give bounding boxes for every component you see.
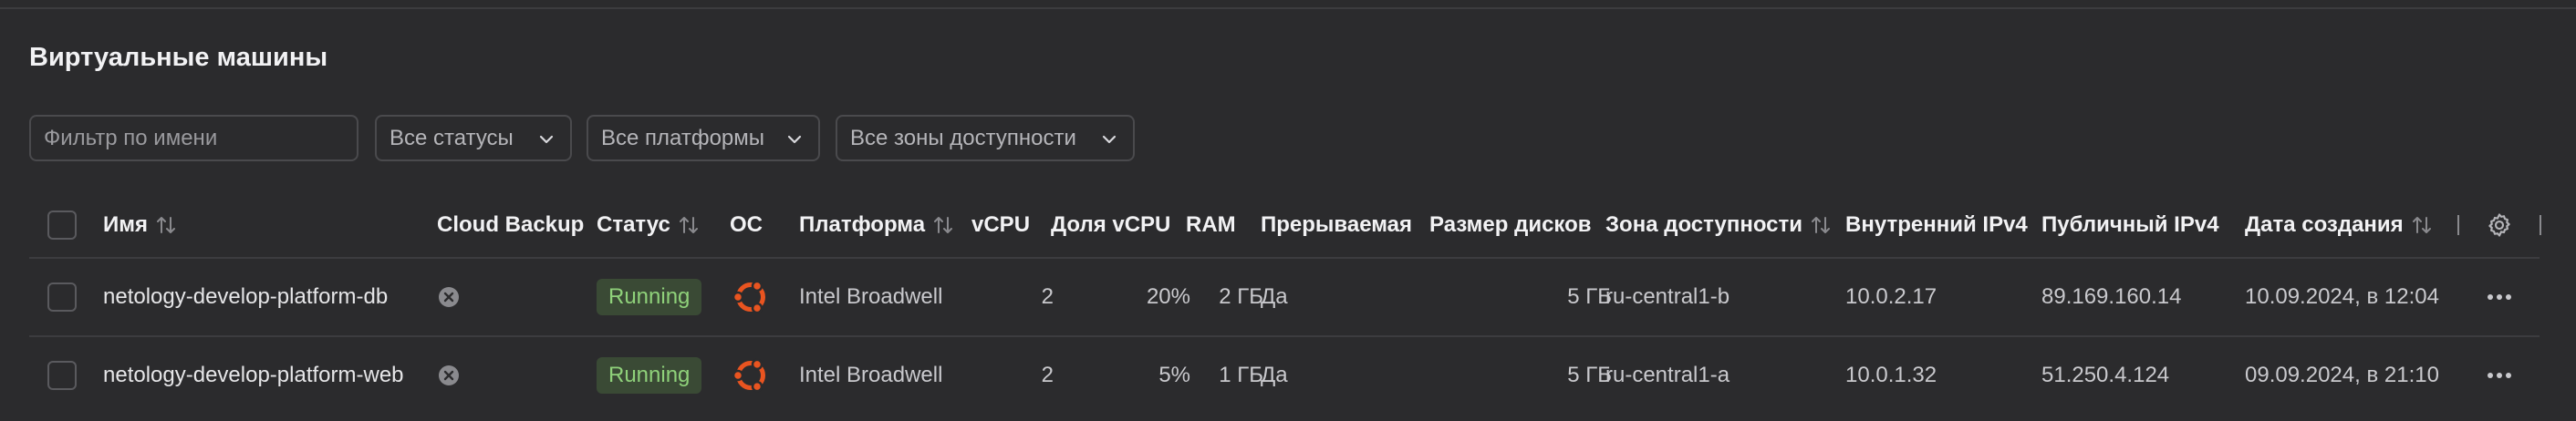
row-checkbox[interactable] (47, 361, 77, 390)
name-filter-input[interactable]: Фильтр по имени (29, 115, 358, 161)
platform-cell: Intel Broadwell (799, 363, 943, 387)
sort-icon (2412, 217, 2431, 233)
vm-name[interactable]: netology-develop-platform-db (103, 259, 388, 335)
top-divider (0, 7, 2576, 9)
platform-filter-select[interactable]: Все платформы (587, 115, 820, 161)
backup-disabled-icon (439, 287, 459, 307)
status-filter-value: Все статусы (390, 125, 514, 150)
header-name-label: Имя (103, 212, 149, 237)
header-backup-label: Cloud Backup (437, 212, 585, 237)
header-disk-label: Размер дисков (1429, 212, 1592, 237)
header-created[interactable]: Дата создания (2245, 193, 2433, 257)
header-zone-label: Зона доступности (1605, 212, 1803, 237)
row-select-cell (47, 337, 77, 414)
more-horizontal-icon (2488, 373, 2511, 378)
table-row[interactable]: netology-develop-platform-db Running Int… (29, 257, 2540, 335)
status-cell: Running (597, 337, 702, 414)
backup-cell (438, 259, 460, 335)
status-cell: Running (597, 259, 702, 335)
chevron-down-icon (1102, 135, 1117, 144)
created-cell: 09.09.2024, в 21:10 (2245, 363, 2439, 387)
header-name[interactable]: Имя (103, 193, 177, 257)
zone-cell: ru-central1-b (1605, 284, 1730, 309)
header-status-label: Статус (597, 212, 670, 237)
column-edge-marker (2540, 215, 2541, 235)
backup-disabled-icon (439, 365, 459, 385)
status-badge: Running (597, 357, 702, 394)
disk-cell: 5 ГБ (1567, 284, 1612, 309)
row-checkbox[interactable] (47, 282, 77, 312)
header-ipv4-internal-label: Внутренний IPv4 (1845, 212, 2028, 237)
header-disk: Размер дисков (1429, 193, 1592, 257)
header-ipv4-public-label: Публичный IPv4 (2041, 212, 2219, 237)
header-ipv4-public: Публичный IPv4 (2041, 193, 2219, 257)
header-preemptible: Прерываемая (1261, 193, 1412, 257)
ipv4-public-cell: 51.250.4.124 (2041, 363, 2170, 387)
header-ram-label: RAM (1186, 212, 1236, 237)
ubuntu-icon (732, 358, 765, 393)
zone-filter-value: Все зоны доступности (850, 125, 1076, 150)
header-vcpu-label: vCPU (971, 212, 1031, 237)
backup-cell (438, 337, 460, 414)
header-created-label: Дата создания (2245, 212, 2404, 237)
header-platform[interactable]: Платформа (799, 193, 954, 257)
header-vcpu: vCPU (971, 193, 1030, 257)
sort-icon (157, 217, 176, 233)
sort-icon (934, 217, 953, 233)
chevron-down-icon (539, 135, 554, 144)
header-os: ОС (730, 193, 763, 257)
created-cell: 10.09.2024, в 12:04 (2245, 284, 2439, 309)
ipv4-internal-cell: 10.0.1.32 (1845, 363, 1937, 387)
preemptible-cell: Да (1261, 363, 1288, 387)
header-ram: RAM (1186, 193, 1236, 257)
vm-name[interactable]: netology-develop-platform-web (103, 337, 404, 414)
vcpu-share-cell: 5% (1158, 363, 1190, 387)
header-ipv4-internal: Внутренний IPv4 (1845, 193, 2028, 257)
header-vcpu-share-label: Доля vCPU (1051, 212, 1171, 237)
row-actions-button[interactable] (2487, 337, 2512, 414)
sort-icon (679, 217, 698, 233)
vcpu-share-cell: 20% (1146, 284, 1190, 309)
row-actions-button[interactable] (2487, 259, 2512, 335)
os-cell (730, 259, 772, 335)
header-os-label: ОС (730, 212, 763, 237)
platform-cell: Intel Broadwell (799, 284, 943, 309)
chevron-down-icon (787, 135, 802, 144)
ipv4-internal-cell: 10.0.2.17 (1845, 284, 1937, 309)
vcpu-cell: 2 (1041, 284, 1054, 309)
preemptible-cell: Да (1261, 284, 1288, 309)
platform-filter-value: Все платформы (601, 125, 765, 150)
row-select-cell (47, 259, 77, 335)
gear-icon (2488, 213, 2510, 237)
column-edge-marker (2457, 215, 2459, 235)
ubuntu-icon (732, 280, 765, 314)
header-platform-label: Платформа (799, 212, 926, 237)
select-all-checkbox[interactable] (47, 210, 77, 240)
ipv4-public-cell: 89.169.160.14 (2041, 284, 2182, 309)
status-filter-select[interactable]: Все статусы (375, 115, 572, 161)
sort-icon (1812, 217, 1831, 233)
os-cell (730, 337, 772, 414)
page-title: Виртуальные машины (29, 43, 328, 72)
ram-cell: 2 ГБ (1219, 284, 1263, 309)
header-backup: Cloud Backup (437, 193, 584, 257)
header-zone[interactable]: Зона доступности (1605, 193, 1832, 257)
table-row[interactable]: netology-develop-platform-web Running In… (29, 335, 2540, 414)
vcpu-cell: 2 (1041, 363, 1054, 387)
more-horizontal-icon (2488, 294, 2511, 300)
ram-cell: 1 ГБ (1219, 363, 1263, 387)
header-vcpu-share: Доля vCPU (1051, 193, 1170, 257)
table-settings-button[interactable] (2486, 193, 2513, 257)
zone-filter-select[interactable]: Все зоны доступности (836, 115, 1135, 161)
name-filter-placeholder: Фильтр по имени (44, 125, 218, 150)
header-status[interactable]: Статус (597, 193, 700, 257)
header-preemptible-label: Прерываемая (1261, 212, 1413, 237)
disk-cell: 5 ГБ (1567, 363, 1612, 387)
table-header-row: Имя Cloud Backup Статус ОС Платформа vCP… (29, 193, 2541, 257)
zone-cell: ru-central1-a (1605, 363, 1730, 387)
status-badge: Running (597, 279, 702, 315)
select-all-cell (47, 193, 77, 257)
